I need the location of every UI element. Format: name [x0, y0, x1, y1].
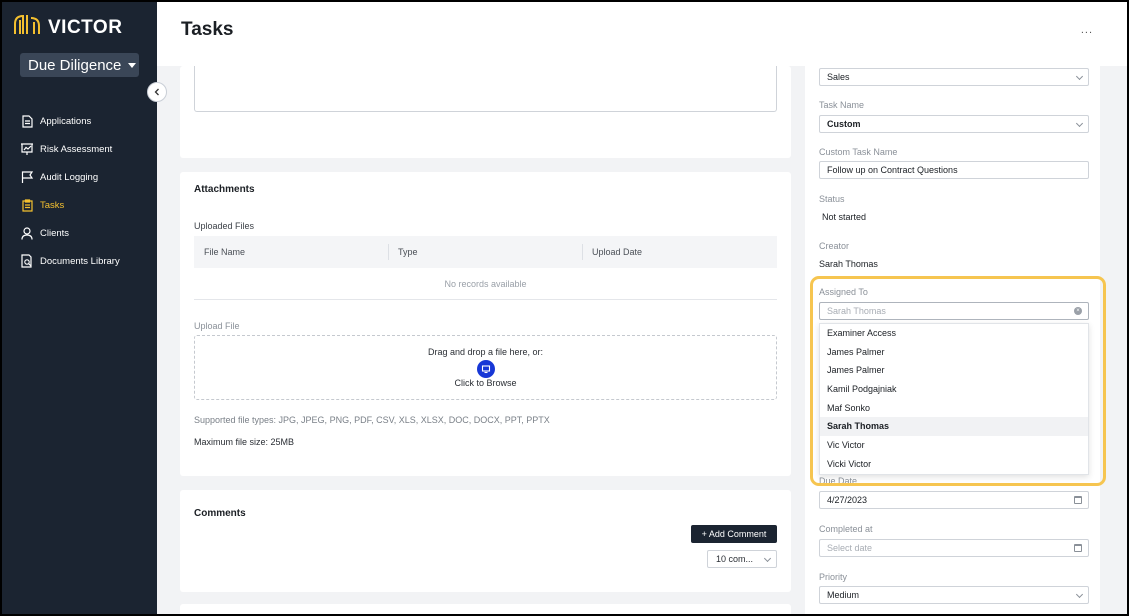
- caret-down-icon: [128, 62, 137, 68]
- app-frame: VICTOR Due Diligence Applications Risk A…: [2, 2, 1127, 614]
- sidebar-item-clients[interactable]: Clients: [20, 219, 120, 247]
- chevron-down-icon: [763, 554, 772, 563]
- due-date-value: 4/27/2023: [827, 495, 868, 505]
- column-header-type[interactable]: Type: [398, 247, 418, 257]
- priority-label: Priority: [819, 572, 848, 582]
- max-file-size: Maximum file size: 25MB: [194, 437, 295, 447]
- custom-task-name-label: Custom Task Name: [819, 147, 898, 157]
- logo-text: VICTOR: [48, 16, 123, 38]
- custom-task-name-input[interactable]: Follow up on Contract Questions: [819, 161, 1089, 179]
- more-options-button[interactable]: ...: [1081, 24, 1093, 36]
- calendar-icon: [1074, 496, 1082, 504]
- upload-icon: [477, 360, 495, 378]
- assigned-to-label: Assigned To: [819, 287, 868, 297]
- chevron-down-icon: [1075, 590, 1084, 599]
- priority-select[interactable]: Medium: [819, 586, 1089, 604]
- empty-table-message: No records available: [194, 268, 777, 300]
- files-table-header: File Name Type Upload Date: [194, 236, 777, 268]
- sidebar-nav: Applications Risk Assessment Audit Loggi…: [20, 107, 120, 275]
- attachments-title: Attachments: [194, 184, 255, 195]
- sidebar-item-tasks[interactable]: Tasks: [20, 191, 120, 219]
- due-date-input[interactable]: 4/27/2023: [819, 491, 1089, 509]
- column-header-file-name[interactable]: File Name: [204, 247, 245, 257]
- sidebar-item-label: Documents Library: [40, 255, 120, 267]
- assignee-option[interactable]: Vic Victor: [820, 436, 1088, 455]
- sidebar-item-label: Clients: [40, 227, 70, 239]
- status-value: Not started: [822, 212, 867, 222]
- completed-at-placeholder: Select date: [827, 543, 873, 553]
- task-name-value: Custom: [827, 119, 861, 129]
- priority-value: Medium: [827, 590, 860, 600]
- comments-page-size-select[interactable]: 10 com...: [707, 550, 777, 568]
- sidebar-item-label: Audit Logging: [40, 171, 99, 183]
- assignee-dropdown: Examiner Access James Palmer James Palme…: [819, 323, 1089, 475]
- category-value: Sales: [827, 72, 850, 82]
- dropzone-text: Drag and drop a file here, or:: [427, 347, 544, 357]
- sidebar-item-risk-assessment[interactable]: Risk Assessment: [20, 135, 120, 163]
- presentation-chart-icon: [20, 142, 34, 156]
- sidebar-item-label: Applications: [40, 115, 92, 127]
- column-header-upload-date[interactable]: Upload Date: [592, 247, 642, 257]
- flag-icon: [20, 170, 34, 184]
- column-divider: [388, 244, 389, 260]
- comments-page-size-value: 10 com...: [716, 554, 754, 564]
- assignee-option-selected[interactable]: Sarah Thomas: [820, 417, 1088, 437]
- document-search-icon: [20, 254, 34, 268]
- assigned-to-input[interactable]: Sarah Thomas ×: [819, 302, 1089, 320]
- chevron-left-icon: [153, 83, 161, 101]
- sidebar-item-label: Tasks: [40, 199, 65, 211]
- comments-card: Comments + Add Comment 10 com...: [180, 490, 791, 592]
- logo[interactable]: VICTOR: [12, 12, 122, 43]
- assigned-to-placeholder: Sarah Thomas: [827, 306, 886, 316]
- description-card: [180, 66, 791, 158]
- module-select-label: Due Diligence: [28, 56, 122, 74]
- clear-icon[interactable]: ×: [1074, 307, 1082, 315]
- assignee-option[interactable]: Vicki Victor: [820, 455, 1088, 474]
- completed-at-input[interactable]: Select date: [819, 539, 1089, 557]
- task-name-select[interactable]: Custom: [819, 115, 1089, 133]
- module-select[interactable]: Due Diligence: [20, 53, 139, 77]
- assignee-option[interactable]: James Palmer: [820, 343, 1088, 362]
- uploaded-files-label: Uploaded Files: [194, 221, 255, 231]
- chevron-down-icon: [1075, 72, 1084, 81]
- victor-logo-icon: [12, 12, 42, 43]
- sidebar-item-applications[interactable]: Applications: [20, 107, 120, 135]
- page-title: Tasks: [181, 19, 234, 40]
- task-name-label: Task Name: [819, 100, 865, 110]
- comments-title: Comments: [194, 508, 246, 519]
- chevron-down-icon: [1075, 119, 1084, 128]
- creator-label: Creator: [819, 241, 850, 251]
- assignee-option[interactable]: Examiner Access: [820, 324, 1088, 343]
- assignee-option[interactable]: James Palmer: [820, 361, 1088, 380]
- sidebar-item-documents-library[interactable]: Documents Library: [20, 247, 120, 275]
- description-textarea[interactable]: [194, 66, 777, 112]
- sidebar: VICTOR Due Diligence Applications Risk A…: [2, 2, 157, 614]
- calendar-icon: [1074, 544, 1082, 552]
- due-date-label: Due Date: [819, 476, 858, 486]
- task-details-panel: Sales Task Name Custom Custom Task Name …: [805, 66, 1100, 614]
- supported-file-types: Supported file types: JPG, JPEG, PNG, PD…: [194, 415, 550, 425]
- creator-value: Sarah Thomas: [819, 259, 878, 269]
- assignee-option[interactable]: Kamil Podgajniak: [820, 380, 1088, 399]
- user-icon: [20, 226, 34, 240]
- next-card: [180, 604, 791, 614]
- page-header: Tasks ...: [157, 2, 1127, 66]
- assignee-option[interactable]: Maf Sonko: [820, 399, 1088, 418]
- document-icon: [20, 114, 34, 128]
- browse-link[interactable]: Click to Browse: [195, 378, 776, 388]
- upload-file-label: Upload File: [194, 321, 240, 331]
- collapse-sidebar-button[interactable]: [147, 82, 167, 102]
- attachments-card: Attachments Uploaded Files File Name Typ…: [180, 172, 791, 476]
- column-divider: [582, 244, 583, 260]
- category-select[interactable]: Sales: [819, 68, 1089, 86]
- status-label: Status: [819, 194, 845, 204]
- file-dropzone[interactable]: Drag and drop a file here, or: Click to …: [194, 335, 777, 400]
- sidebar-item-audit-logging[interactable]: Audit Logging: [20, 163, 120, 191]
- sidebar-item-label: Risk Assessment: [40, 143, 113, 155]
- completed-at-label: Completed at: [819, 524, 873, 534]
- clipboard-icon: [20, 198, 34, 212]
- add-comment-button[interactable]: + Add Comment: [691, 525, 777, 543]
